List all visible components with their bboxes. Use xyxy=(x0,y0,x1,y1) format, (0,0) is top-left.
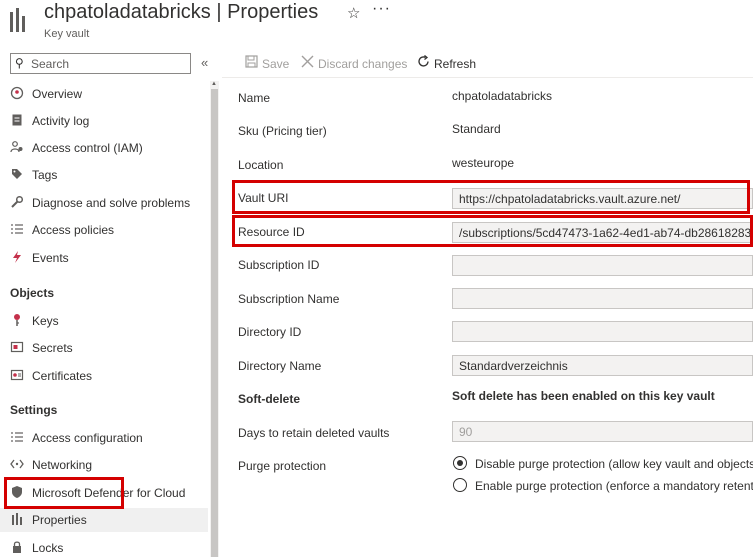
name-value: chpatoladatabricks xyxy=(452,89,553,103)
discard-changes-button[interactable]: Discard changes xyxy=(300,55,407,71)
subscription-name-label: Subscription Name xyxy=(238,292,340,306)
resource-id-highlight-box xyxy=(232,215,753,247)
sidebar-item-keys[interactable]: Keys xyxy=(0,309,208,333)
retention-days-field[interactable]: 90 xyxy=(452,421,753,442)
location-label: Location xyxy=(238,158,284,172)
refresh-button[interactable]: Refresh xyxy=(416,54,476,71)
sidebar-item-access-configuration[interactable]: Access configuration xyxy=(0,426,208,450)
subscription-id-field[interactable] xyxy=(452,255,753,276)
activity-log-icon xyxy=(10,113,24,127)
command-bar: Save Discard changes Refresh xyxy=(240,50,750,78)
sidebar-item-iam[interactable]: Access control (IAM) xyxy=(0,136,208,160)
save-button[interactable]: Save xyxy=(244,55,289,71)
secret-icon xyxy=(10,340,24,354)
name-label: Name xyxy=(238,91,271,105)
certificate-icon xyxy=(10,368,24,382)
list-icon xyxy=(10,430,24,444)
subscription-name-field[interactable] xyxy=(452,288,753,309)
directory-id-label: Directory ID xyxy=(238,325,302,339)
properties-icon xyxy=(10,512,24,526)
collapse-sidebar-button[interactable]: « xyxy=(201,55,208,70)
sidebar-item-locks[interactable]: Locks xyxy=(0,536,208,557)
purge-enable-radio[interactable]: Enable purge protection (enforce a manda… xyxy=(452,477,753,495)
location-value: westeurope xyxy=(452,156,515,170)
directory-id-field[interactable] xyxy=(452,321,753,342)
refresh-icon xyxy=(416,54,430,71)
sku-value: Standard xyxy=(452,122,501,136)
page-subtitle: Key vault xyxy=(44,28,90,40)
page-header: chpatoladatabricks | Properties Key vaul… xyxy=(0,0,753,46)
section-settings: Settings xyxy=(10,403,58,417)
sidebar-item-secrets[interactable]: Secrets xyxy=(0,336,208,360)
tag-icon xyxy=(10,167,24,181)
key-icon xyxy=(10,313,24,327)
overview-icon xyxy=(10,86,24,100)
sidebar-item-tags[interactable]: Tags xyxy=(0,163,208,187)
search-placeholder: Search xyxy=(31,57,70,71)
soft-delete-value: Soft delete has been enabled on this key… xyxy=(452,389,715,403)
retention-label: Days to retain deleted vaults xyxy=(238,426,390,440)
save-icon xyxy=(244,55,258,71)
properties-highlight-box xyxy=(4,477,124,509)
sidebar-item-access-policies[interactable]: Access policies xyxy=(0,218,208,242)
scroll-up-arrow-icon[interactable]: ▲ xyxy=(211,81,217,87)
sidebar-item-overview[interactable]: Overview xyxy=(0,82,208,106)
directory-name-label: Directory Name xyxy=(238,359,322,373)
soft-delete-label: Soft-delete xyxy=(238,392,301,406)
purge-protection-label: Purge protection xyxy=(238,459,327,473)
section-objects: Objects xyxy=(10,286,55,300)
sidebar-item-diagnose[interactable]: Diagnose and solve problems xyxy=(0,191,208,215)
sidebar-item-events[interactable]: Events xyxy=(0,246,208,270)
radio-unselected-icon xyxy=(453,478,467,492)
toolbar-divider xyxy=(222,77,753,78)
sidebar-item-activity-log[interactable]: Activity log xyxy=(0,109,208,133)
search-input[interactable]: ⚲ Search xyxy=(10,53,191,74)
subscription-id-label: Subscription ID xyxy=(238,258,320,272)
radio-selected-icon xyxy=(453,456,467,470)
sku-label: Sku (Pricing tier) xyxy=(238,124,327,138)
lightning-icon xyxy=(10,250,24,264)
sidebar-scrollbar[interactable]: ▲ xyxy=(210,81,219,557)
list-icon xyxy=(10,222,24,236)
star-icon[interactable]: ☆ xyxy=(347,4,360,22)
sidebar-item-properties[interactable]: Properties xyxy=(0,508,208,532)
sidebar-item-certificates[interactable]: Certificates xyxy=(0,364,208,388)
page-title: chpatoladatabricks | Properties xyxy=(44,1,319,23)
more-icon[interactable]: ··· xyxy=(372,0,391,18)
directory-name-field[interactable]: Standardverzeichnis xyxy=(452,355,753,376)
key-vault-properties-icon xyxy=(10,6,32,32)
purge-disable-radio[interactable]: Disable purge protection (allow key vaul… xyxy=(452,455,753,473)
close-icon xyxy=(300,55,314,71)
wrench-icon xyxy=(10,195,24,209)
lock-icon xyxy=(10,540,24,554)
vault-uri-highlight-box xyxy=(232,180,750,214)
scrollbar-thumb[interactable] xyxy=(211,89,218,557)
networking-icon xyxy=(10,457,24,471)
sidebar-item-networking[interactable]: Networking xyxy=(0,453,208,477)
search-icon: ⚲ xyxy=(15,56,24,70)
iam-icon xyxy=(10,140,24,154)
